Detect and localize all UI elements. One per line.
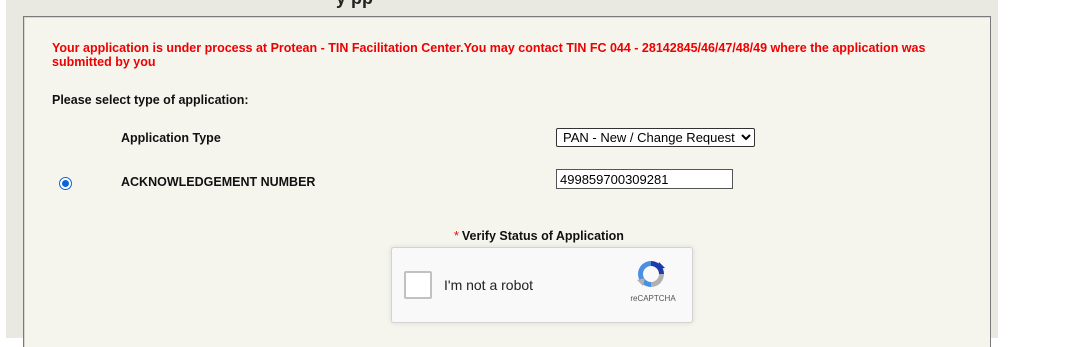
recaptcha-widget: I'm not a robot reCAPTCHA <box>391 247 693 323</box>
recaptcha-brand: reCAPTCHA <box>630 294 676 303</box>
page-title-fragment: y pp <box>336 0 373 9</box>
outer-panel: y pp Your application is under process a… <box>6 0 998 347</box>
recaptcha-label: I'm not a robot <box>444 277 534 293</box>
application-type-label: Application Type <box>121 131 221 145</box>
verify-status-label: * Verify Status of Application <box>454 229 624 243</box>
application-type-select[interactable]: PAN - New / Change Request <box>556 128 755 147</box>
status-message: Your application is under process at Pro… <box>52 41 926 69</box>
verify-status-text: Verify Status of Application <box>461 229 624 243</box>
required-mark: * <box>454 229 459 243</box>
acknowledgement-radio[interactable] <box>59 177 72 190</box>
recaptcha-checkbox[interactable] <box>404 271 432 299</box>
form-panel: Your application is under process at Pro… <box>23 16 991 347</box>
acknowledgement-label: ACKNOWLEDGEMENT NUMBER <box>121 175 316 189</box>
recaptcha-logo-icon <box>637 261 665 287</box>
acknowledgement-number-input[interactable] <box>556 169 733 189</box>
select-type-prompt: Please select type of application: <box>52 93 249 107</box>
